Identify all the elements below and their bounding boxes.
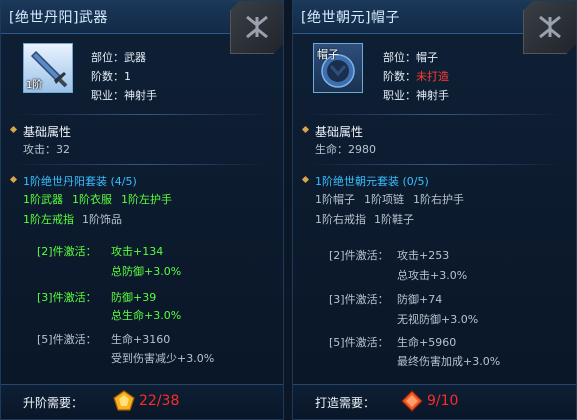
bonus-value: 攻击+134 bbox=[111, 245, 164, 258]
set-piece: 1阶饰品 bbox=[82, 213, 122, 226]
bonus-value: 防御+74 bbox=[397, 293, 443, 306]
diamond-icon bbox=[9, 125, 18, 134]
helmet-tooltip-panel: [绝世朝元]帽子 帽子 部位：帽子 阶数：未打造 职业：神射手 基础属性 生命：… bbox=[292, 0, 577, 420]
item-icon-slot[interactable]: 帽子 bbox=[313, 43, 363, 93]
set-piece: 1阶帽子 bbox=[315, 193, 355, 206]
bonus-value: 总生命+3.0% bbox=[111, 309, 182, 322]
diamond-icon bbox=[301, 125, 310, 134]
bonus-label: [5]件激活： bbox=[37, 333, 97, 346]
requirement-bar: 打造需要： 9/10 bbox=[293, 384, 576, 419]
requirement-label: 打造需要： bbox=[315, 396, 376, 410]
divider bbox=[305, 114, 564, 115]
set-piece: 1阶武器 bbox=[23, 193, 63, 206]
bonus-label: [5]件激活： bbox=[329, 336, 389, 349]
bonus-label: [2]件激活： bbox=[37, 245, 97, 258]
icon-label: 帽子 bbox=[317, 48, 339, 61]
upgrade-gem-icon[interactable] bbox=[113, 390, 135, 412]
set-piece: 1阶右戒指 bbox=[315, 213, 366, 226]
bonus-value: 受到伤害减少+3.0% bbox=[111, 352, 215, 365]
panel-title: [绝世丹阳]武器 bbox=[9, 10, 108, 26]
requirement-count: 9/10 bbox=[427, 393, 459, 409]
base-stat: 生命：2980 bbox=[315, 143, 376, 156]
close-button[interactable] bbox=[230, 1, 283, 54]
requirement-label: 升阶需要： bbox=[23, 396, 84, 410]
item-icon-slot[interactable]: 1阶 bbox=[23, 43, 73, 93]
bonus-value: 生命+5960 bbox=[397, 336, 457, 349]
panel-title: [绝世朝元]帽子 bbox=[301, 10, 400, 26]
divider bbox=[13, 114, 271, 115]
bonus-value: 生命+3160 bbox=[111, 333, 171, 346]
divider bbox=[13, 164, 271, 165]
slot-info: 部位：帽子 bbox=[383, 51, 438, 64]
set-piece: 1阶项链 bbox=[364, 193, 404, 206]
set-title: 1阶绝世丹阳套装 (4/5) bbox=[9, 173, 137, 189]
set-title: 1阶绝世朝元套装 (0/5) bbox=[301, 173, 429, 189]
bonus-value: 防御+39 bbox=[111, 291, 157, 304]
requirement-count: 22/38 bbox=[139, 393, 180, 409]
bonus-value: 无视防御+3.0% bbox=[397, 313, 479, 326]
diamond-icon bbox=[9, 175, 18, 184]
bonus-value: 攻击+253 bbox=[397, 249, 450, 262]
class-info: 职业：神射手 bbox=[383, 89, 449, 102]
set-piece: 1阶左戒指 bbox=[23, 213, 74, 226]
base-attributes-header: 基础属性 bbox=[9, 123, 71, 140]
class-info: 职业：神射手 bbox=[91, 89, 157, 102]
bonus-label: [3]件激活： bbox=[37, 291, 97, 304]
bonus-label: [3]件激活： bbox=[329, 293, 389, 306]
forge-gem-icon[interactable] bbox=[401, 390, 423, 412]
close-icon bbox=[246, 15, 268, 39]
slot-info: 部位：武器 bbox=[91, 51, 146, 64]
level-info: 阶数：1 bbox=[91, 70, 131, 83]
bonus-label: [2]件激活： bbox=[329, 249, 389, 262]
base-stat: 攻击：32 bbox=[23, 143, 70, 156]
bonus-value: 总防御+3.0% bbox=[111, 265, 182, 278]
set-piece: 1阶右护手 bbox=[413, 193, 464, 206]
divider bbox=[305, 164, 564, 165]
set-piece: 1阶衣服 bbox=[72, 193, 112, 206]
weapon-tooltip-panel: [绝世丹阳]武器 1阶 部位：武器 阶数：1 职业：神射手 基础属性 攻击：32… bbox=[0, 0, 284, 420]
close-icon bbox=[539, 15, 561, 39]
close-button[interactable] bbox=[523, 1, 576, 54]
bonus-value: 总攻击+3.0% bbox=[397, 269, 468, 282]
set-piece: 1阶鞋子 bbox=[374, 213, 414, 226]
diamond-icon bbox=[301, 175, 310, 184]
bonus-value: 最终伤害加成+3.0% bbox=[397, 355, 501, 368]
base-attributes-header: 基础属性 bbox=[301, 123, 363, 140]
requirement-bar: 升阶需要： 22/38 bbox=[1, 384, 283, 419]
tier-label: 1阶 bbox=[26, 80, 43, 91]
level-info: 阶数：未打造 bbox=[383, 70, 449, 83]
set-piece: 1阶左护手 bbox=[121, 193, 172, 206]
